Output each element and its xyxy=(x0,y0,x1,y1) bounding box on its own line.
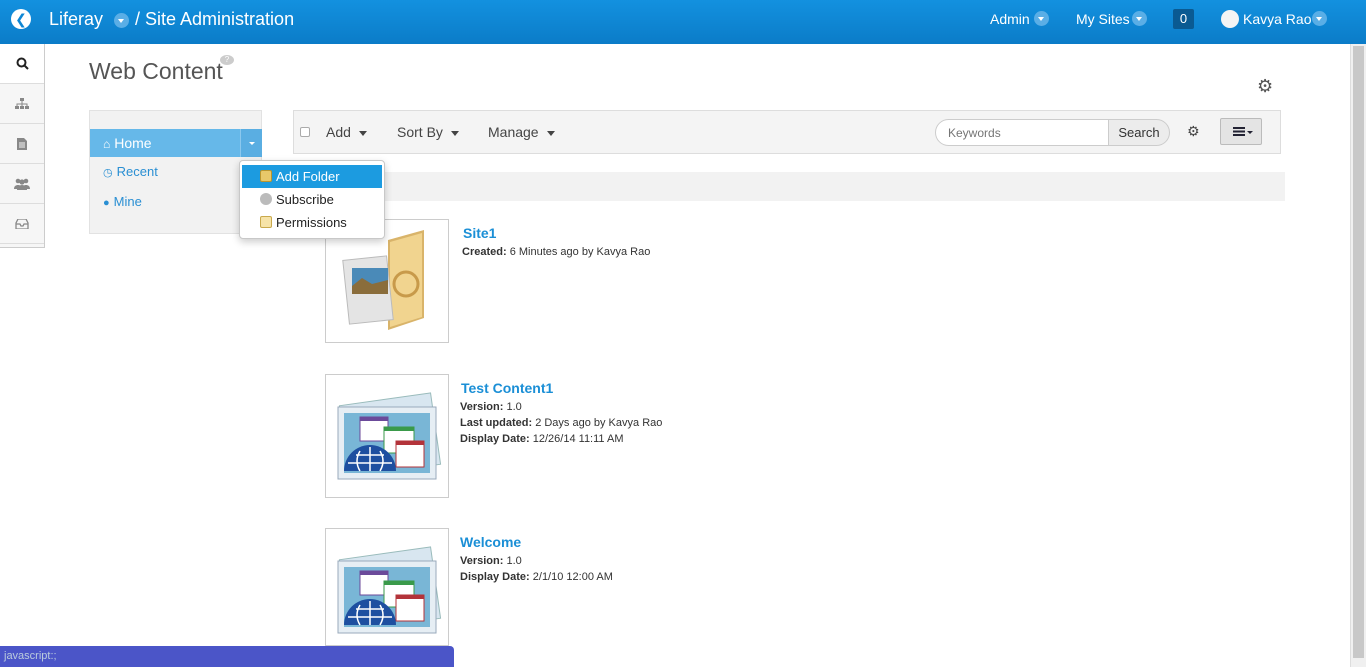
add-menu-label: Add xyxy=(326,124,351,140)
add-menu[interactable]: Add xyxy=(326,124,367,140)
created-label: Created: xyxy=(462,246,507,258)
manage-label: Manage xyxy=(488,124,539,140)
menu-item-permissions[interactable]: Permissions xyxy=(240,211,384,234)
user-chevron-down-icon[interactable] xyxy=(1312,11,1327,26)
home-icon: ⌂ xyxy=(103,137,111,151)
entry-title-link[interactable]: Welcome xyxy=(460,534,521,550)
display-style-chevron-down-icon xyxy=(1247,131,1253,134)
vertical-scrollbar[interactable] xyxy=(1350,44,1366,667)
site-administration-title: / Site Administration xyxy=(135,9,295,29)
back-icon[interactable]: ❮ xyxy=(11,9,31,29)
add-folder-icon xyxy=(260,170,272,182)
status-bar: javascript:; xyxy=(0,646,454,667)
inbox-icon[interactable] xyxy=(0,204,44,244)
permissions-label: Permissions xyxy=(276,215,347,230)
menu-item-subscribe[interactable]: Subscribe xyxy=(240,188,384,211)
page-title: Web Content xyxy=(89,58,223,84)
article-thumbnail[interactable] xyxy=(325,528,449,646)
menu-item-add-folder[interactable]: Add Folder xyxy=(242,165,382,188)
breadcrumb-bar xyxy=(385,172,1285,201)
display-settings-gear-icon[interactable]: ⚙ xyxy=(1187,123,1200,140)
content-icon[interactable] xyxy=(0,124,44,164)
gear-icon[interactable]: ⚙ xyxy=(1257,76,1273,97)
subscribe-icon xyxy=(260,193,272,205)
scrollbar-thumb[interactable] xyxy=(1353,46,1364,658)
web-content-icon xyxy=(337,546,442,634)
nav-home-label: Home xyxy=(114,135,152,151)
brand-chevron-down-icon[interactable] xyxy=(114,13,129,28)
entry-version: Version: 1.0 xyxy=(460,555,522,567)
manage-chevron-down-icon xyxy=(546,130,555,136)
list-view-icon xyxy=(1233,127,1245,136)
nav-recent-label: Recent xyxy=(116,164,158,179)
help-icon[interactable]: ? xyxy=(220,55,234,65)
created-value: 6 Minutes ago by Kavya Rao xyxy=(509,246,651,258)
web-content-icon xyxy=(337,392,442,480)
my-sites-chevron-down-icon[interactable] xyxy=(1132,11,1147,26)
nav-home[interactable]: ⌂ Home xyxy=(90,129,262,157)
select-all-checkbox[interactable] xyxy=(300,127,310,137)
add-folder-label: Add Folder xyxy=(276,169,340,184)
entry-created: Created: 6 Minutes ago by Kavya Rao xyxy=(462,246,650,258)
version-label: Version: xyxy=(460,401,504,413)
notification-badge[interactable]: 0 xyxy=(1173,9,1194,29)
subscribe-label: Subscribe xyxy=(276,192,334,207)
entry-display-date: Display Date: 2/1/10 12:00 AM xyxy=(460,571,613,583)
nav-mine-label: Mine xyxy=(113,194,142,209)
last-updated-value: 2 Days ago by Kavya Rao xyxy=(535,417,663,429)
display-date-value: 2/1/10 12:00 AM xyxy=(532,571,613,583)
manage-menu[interactable]: Manage xyxy=(488,124,555,140)
display-date-label: Display Date: xyxy=(460,433,530,445)
home-options-toggle[interactable] xyxy=(240,129,262,157)
sort-by-menu[interactable]: Sort By xyxy=(397,124,459,140)
user-menu[interactable]: Kavya Rao xyxy=(1243,11,1311,27)
users-icon[interactable] xyxy=(0,164,44,204)
nav-recent[interactable]: ◷ Recent xyxy=(103,164,158,179)
left-rail xyxy=(0,44,45,248)
toolbar: Add Sort By Manage Search ⚙ xyxy=(293,110,1281,154)
add-chevron-down-icon xyxy=(358,130,367,136)
clock-icon: ◷ xyxy=(103,167,113,179)
sort-by-chevron-down-icon xyxy=(450,130,459,136)
display-date-value: 12/26/14 11:11 AM xyxy=(532,433,624,445)
brand-link[interactable]: Liferay xyxy=(49,9,103,30)
entry-title-link[interactable]: Test Content1 xyxy=(461,380,553,396)
last-updated-label: Last updated: xyxy=(460,417,533,429)
entry-version: Version: 1.0 xyxy=(460,401,522,413)
sort-by-label: Sort By xyxy=(397,124,443,140)
version-value: 1.0 xyxy=(506,401,522,413)
display-style-button[interactable] xyxy=(1220,118,1262,145)
admin-menu[interactable]: Admin xyxy=(990,11,1030,27)
entry-last-updated: Last updated: 2 Days ago by Kavya Rao xyxy=(460,417,662,429)
top-bar: ❮ Liferay / Site Administration Admin My… xyxy=(0,0,1366,44)
my-sites-menu[interactable]: My Sites xyxy=(1076,11,1130,27)
search-button[interactable]: Search xyxy=(1108,119,1170,146)
version-label: Version: xyxy=(460,555,504,567)
nav-mine[interactable]: ● Mine xyxy=(103,194,142,209)
search-icon[interactable] xyxy=(0,44,44,84)
entry-title-link[interactable]: Site1 xyxy=(463,225,496,241)
article-thumbnail[interactable] xyxy=(325,374,449,498)
user-icon: ● xyxy=(103,197,110,209)
version-value: 1.0 xyxy=(506,555,522,567)
avatar[interactable] xyxy=(1221,10,1239,28)
search-input[interactable] xyxy=(935,119,1109,146)
entry-display-date: Display Date: 12/26/14 11:11 AM xyxy=(460,433,623,445)
admin-chevron-down-icon[interactable] xyxy=(1034,11,1049,26)
home-options-menu: Add Folder Subscribe Permissions xyxy=(239,160,385,239)
folder-nav: ⌂ Home ◷ Recent ● Mine xyxy=(89,110,262,234)
sitemap-icon[interactable] xyxy=(0,84,44,124)
display-date-label: Display Date: xyxy=(460,571,530,583)
permissions-icon xyxy=(260,216,272,228)
